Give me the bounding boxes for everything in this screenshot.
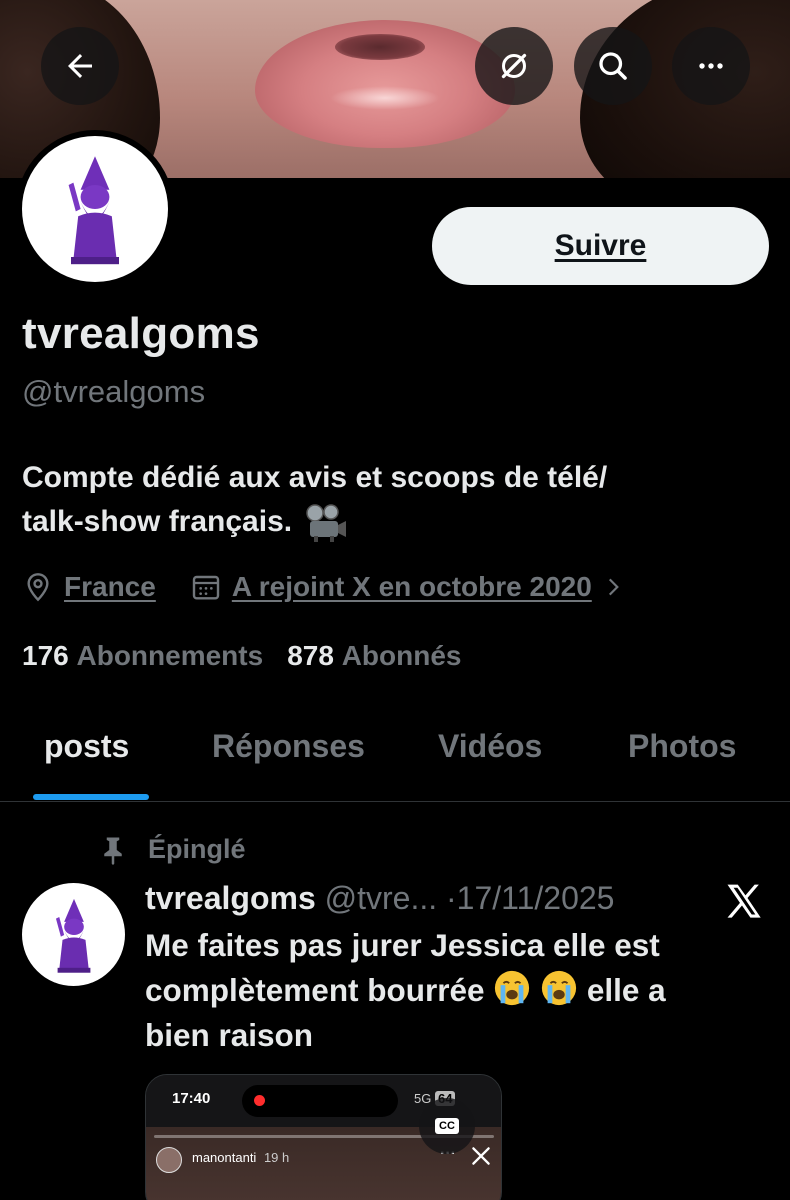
profile-avatar[interactable] [16,130,174,288]
post-date[interactable]: 17/11/2025 [457,880,615,916]
media-record-dot [254,1095,265,1106]
bio-line-2: talk-show français. [22,505,293,538]
banner-mouth [335,34,425,60]
arrow-left-icon [68,54,92,78]
media-story-user: manontanti 19 h [192,1150,289,1165]
tab-replies[interactable]: Réponses [212,728,365,765]
following-stat[interactable]: 176 Abonnements [22,640,263,672]
user-handle: @tvrealgoms [22,374,206,409]
chevron-right-icon [608,578,619,596]
media-story-username: manontanti [192,1150,257,1165]
location-item[interactable]: France [22,571,156,603]
joined-date-link[interactable]: A rejoint X en octobre 2020 [232,571,592,603]
profile-bio: Compte dédié aux avis et scoops de télé/… [22,456,762,544]
followers-label: Abonnés [341,640,462,671]
follow-button[interactable]: Suivre [432,207,769,285]
translate-off-icon [501,53,527,79]
captions-button[interactable]: CC [419,1098,475,1154]
crying-face-icon [495,970,530,1006]
film-projector-icon [306,504,347,543]
post-header: tvrealgoms @tvre... ·17/11/2025 [145,880,614,917]
translate-button[interactable] [475,27,553,105]
media-close-icon [472,1147,490,1165]
media-story-time: 19 h [263,1150,290,1165]
media-dynamic-island [242,1085,398,1117]
following-label: Abonnements [76,640,264,671]
post-text-line-2a: complètement bourrée [145,972,485,1008]
tab-videos[interactable]: Vidéos [438,728,542,765]
location-pin-icon [27,573,49,602]
post-author-avatar[interactable] [22,883,125,986]
pin-icon [104,837,122,865]
more-button[interactable] [672,27,750,105]
followers-count: 878 [287,640,334,671]
banner-shine [330,86,440,110]
media-status-time: 17:40 [172,1090,211,1107]
post-text-line-1: Me faites pas jurer Jessica elle est [145,927,660,963]
post-separator: · [446,880,457,916]
tab-posts[interactable]: posts [44,728,129,765]
following-count: 176 [22,640,69,671]
search-button[interactable] [574,27,652,105]
post-text-line-2b: elle a [586,972,666,1008]
profile-meta: France A rejoint X en octobre 2020 [22,568,626,606]
pinned-indicator: Épinglé [100,834,246,865]
post-author-name[interactable]: tvrealgoms [145,880,316,916]
x-logo-icon[interactable] [722,880,766,924]
post-text: Me faites pas jurer Jessica elle est com… [145,923,775,1058]
location-link[interactable]: France [64,571,156,603]
pinned-label: Épinglé [148,834,246,864]
tab-photos[interactable]: Photos [628,728,736,765]
captions-label: CC [435,1118,459,1134]
followers-stat[interactable]: 878 Abonnés [287,640,461,672]
bio-line-1: Compte dédié aux avis et scoops de télé/ [22,461,608,494]
post-author-handle[interactable]: @tvre... [325,880,438,916]
post-text-line-3: bien raison [145,1017,314,1053]
more-icon [699,63,723,69]
joined-item[interactable]: A rejoint X en octobre 2020 [190,571,626,603]
follow-stats: 176 Abonnements 878 Abonnés [22,640,461,672]
calendar-icon [192,575,220,600]
active-tab-indicator [33,794,149,800]
search-icon [599,52,627,80]
display-name: tvrealgoms [22,309,260,358]
profile-tabs: posts Réponses Vidéos Photos [0,700,790,802]
crying-face-icon [542,970,577,1006]
back-button[interactable] [41,27,119,105]
media-story-avatar [156,1147,182,1173]
gnome-statue-image [68,156,119,265]
gnome-statue-image [55,898,90,973]
